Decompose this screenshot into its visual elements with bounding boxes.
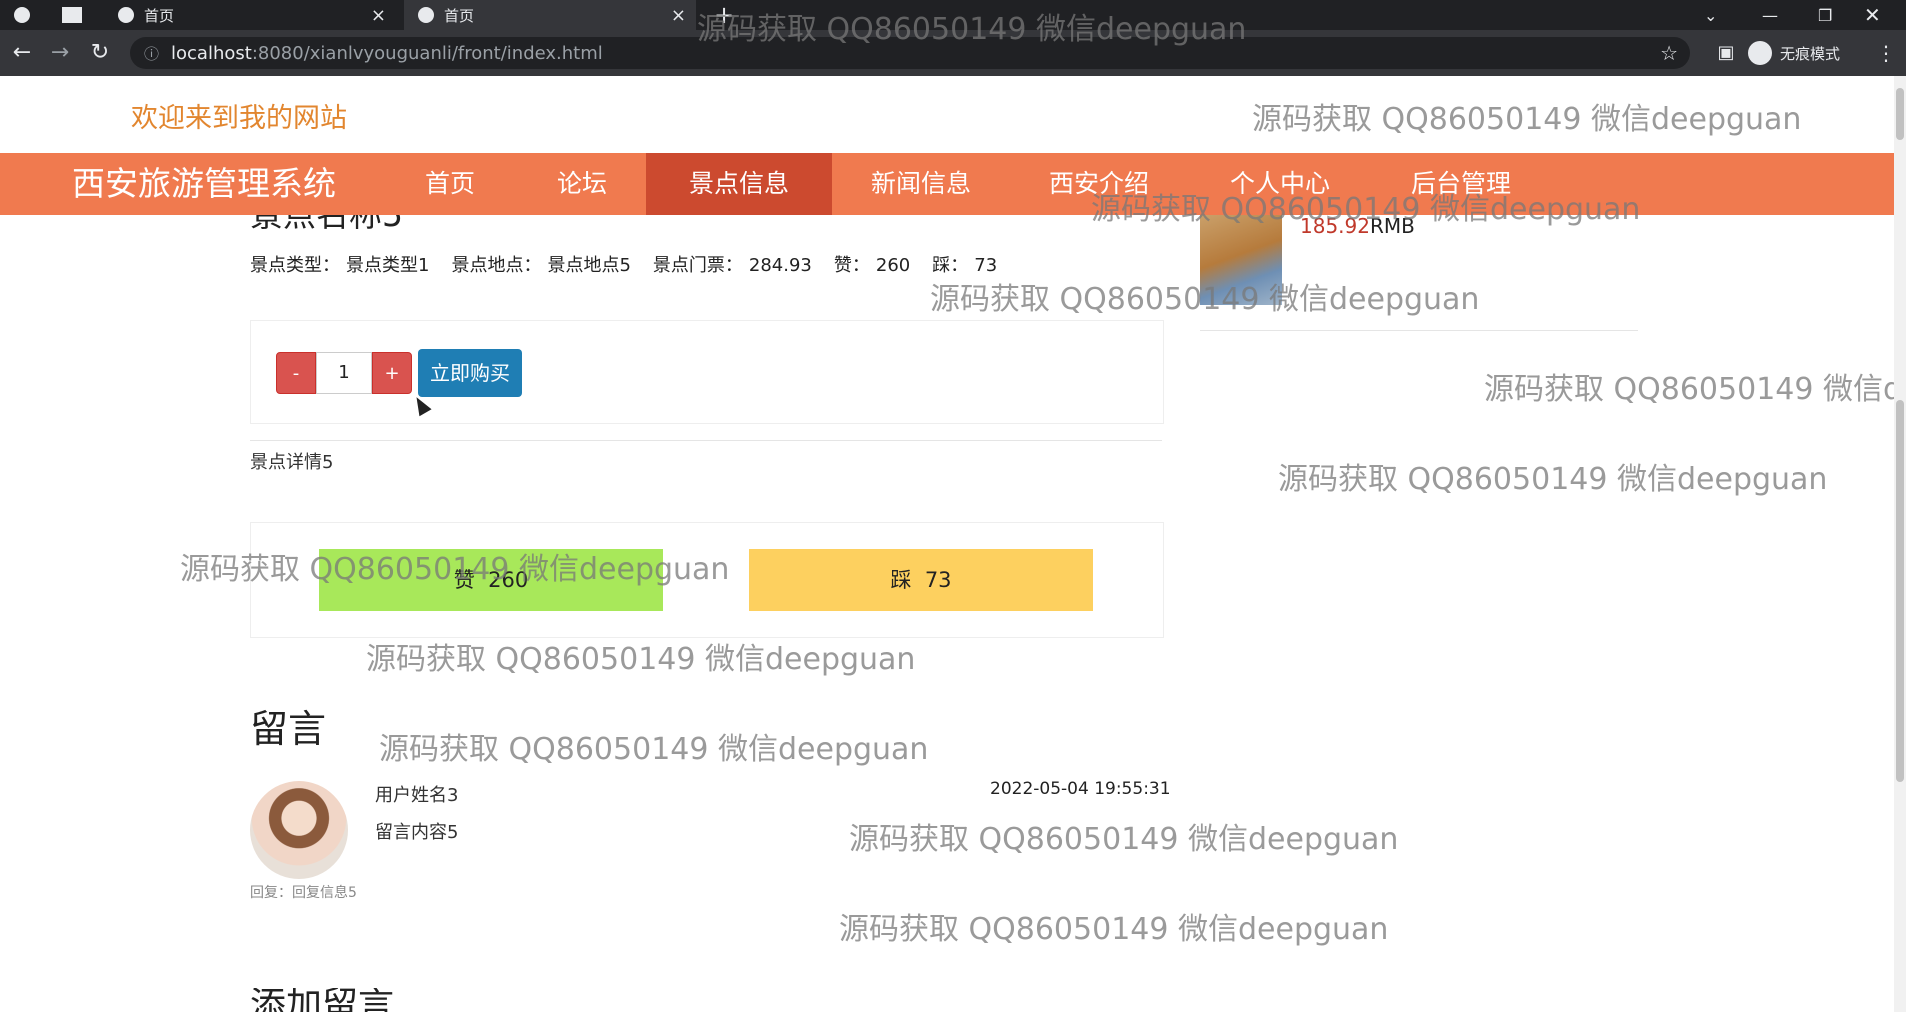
watermark-text: 源码获取 QQ86050149 微信deepguan [697,12,1247,47]
spot-detail: 景点详情5 [250,452,334,473]
comments-title: 留言 [250,707,327,751]
quantity-stepper: - 1 + 立即购买 [276,349,522,397]
tab-search-icon[interactable]: ⌄ [1704,0,1717,30]
reading-list-icon[interactable]: ▣ [1712,38,1740,68]
reload-icon[interactable]: ↻ [86,38,114,68]
dislike-label: 踩 [890,568,912,592]
welcome-text: 欢迎来到我的网站 [131,103,347,134]
watermark-text: 源码获取 QQ86050149 微信deepguan [1091,192,1641,227]
dislike-count: 73 [924,568,952,592]
globe-icon [118,7,134,23]
watermark-text: 源码获取 QQ86050149 微信deepguan [366,642,916,677]
incognito-label: 无痕模式 [1780,44,1841,63]
watermark-text: 源码获取 QQ86050149 微信deepguan [930,282,1480,317]
comment-user: 用户姓名3 [375,785,459,806]
avatar [250,781,348,879]
attr-type: 景点类型： 景点类型1 [250,255,430,276]
comment-reply: 回复：回复信息5 [250,885,357,901]
nav-forum[interactable]: 论坛 [532,153,632,215]
tab-title: 首页 [144,6,175,25]
dislike-button[interactable]: 踩 73 [749,549,1093,611]
comment-time: 2022-05-04 19:55:31 [990,779,1171,799]
incognito-badge[interactable]: 无痕模式 [1748,38,1840,68]
add-comment-title: 添加留言 [250,988,395,1012]
incognito-icon [1748,41,1772,65]
browser-tab-1[interactable]: 首页 × [104,0,396,30]
bookmark-star-icon[interactable]: ☆ [1660,41,1678,65]
globe-icon [418,7,434,23]
window-close-icon[interactable]: ✕ [1864,0,1881,30]
restore-icon[interactable]: ❐ [1818,0,1832,30]
site-title[interactable]: 西安旅游管理系统 [72,160,336,208]
attr-location: 景点地点： 景点地点5 [451,255,631,276]
watermark-text: 源码获取 QQ86050149 微信deepguan [180,552,730,587]
watermark-text: 源码获取 QQ86050149 微信deepguan [379,732,929,767]
close-tab-icon[interactable]: × [671,5,686,26]
close-tab-icon[interactable]: × [371,5,386,26]
spot-title-clip: 景点名称5 [250,215,550,233]
watermark-text: 源码获取 QQ86050149 微信deepguan [849,822,1399,857]
qty-plus-button[interactable]: + [372,352,412,394]
add-comment-title-clip: 添加留言 [250,988,450,1012]
forward-icon[interactable]: → [46,38,74,68]
page-icon [62,7,82,23]
nav-spots[interactable]: 景点信息 [646,153,832,215]
divider [1200,330,1638,331]
watermark-text: 源码获取 QQ86050149 微信deepguan [1278,462,1828,497]
nav-home[interactable]: 首页 [400,153,500,215]
browser-tab-2[interactable]: 首页 × [404,0,696,30]
watermark-text: 源码获取 QQ86050149 微信deepguan [1252,102,1802,137]
divider [250,440,1162,441]
watermark-clip: 源码获取 QQ86050149 微信deepguan [1484,364,1894,408]
info-icon: ⓘ [144,44,160,63]
menu-dots-icon[interactable]: ⋮ [1872,38,1900,68]
attr-ticket: 景点门票： 284.93 [652,255,812,276]
buy-now-button[interactable]: 立即购买 [418,349,522,397]
attr-likes: 赞： 260 [833,255,911,276]
comment-content: 留言内容5 [375,822,459,843]
nav-news[interactable]: 新闻信息 [856,153,986,215]
url-host: localhost [171,42,252,64]
tab-pinned-2[interactable] [62,0,102,30]
watermark-text: 源码获取 QQ86050149 微信deepguan [1484,372,1894,407]
spot-title: 景点名称5 [250,215,550,231]
watermark-text: 源码获取 QQ86050149 微信deepguan [839,912,1389,947]
globe-icon [14,7,30,23]
scrollbar-thumb[interactable] [1896,400,1904,782]
minimize-icon[interactable]: — [1762,0,1778,30]
back-icon[interactable]: ← [8,38,36,68]
qty-input[interactable]: 1 [316,352,372,394]
tab-title: 首页 [444,6,475,25]
url-path: :8080/xianlvyouguanli/front/index.html [251,42,603,64]
spot-attributes: 景点类型： 景点类型1 景点地点： 景点地点5 景点门票： 284.93 赞： 260 … [250,251,997,277]
qty-minus-button[interactable]: - [276,352,316,394]
scrollbar-thumb-top[interactable] [1896,88,1904,140]
